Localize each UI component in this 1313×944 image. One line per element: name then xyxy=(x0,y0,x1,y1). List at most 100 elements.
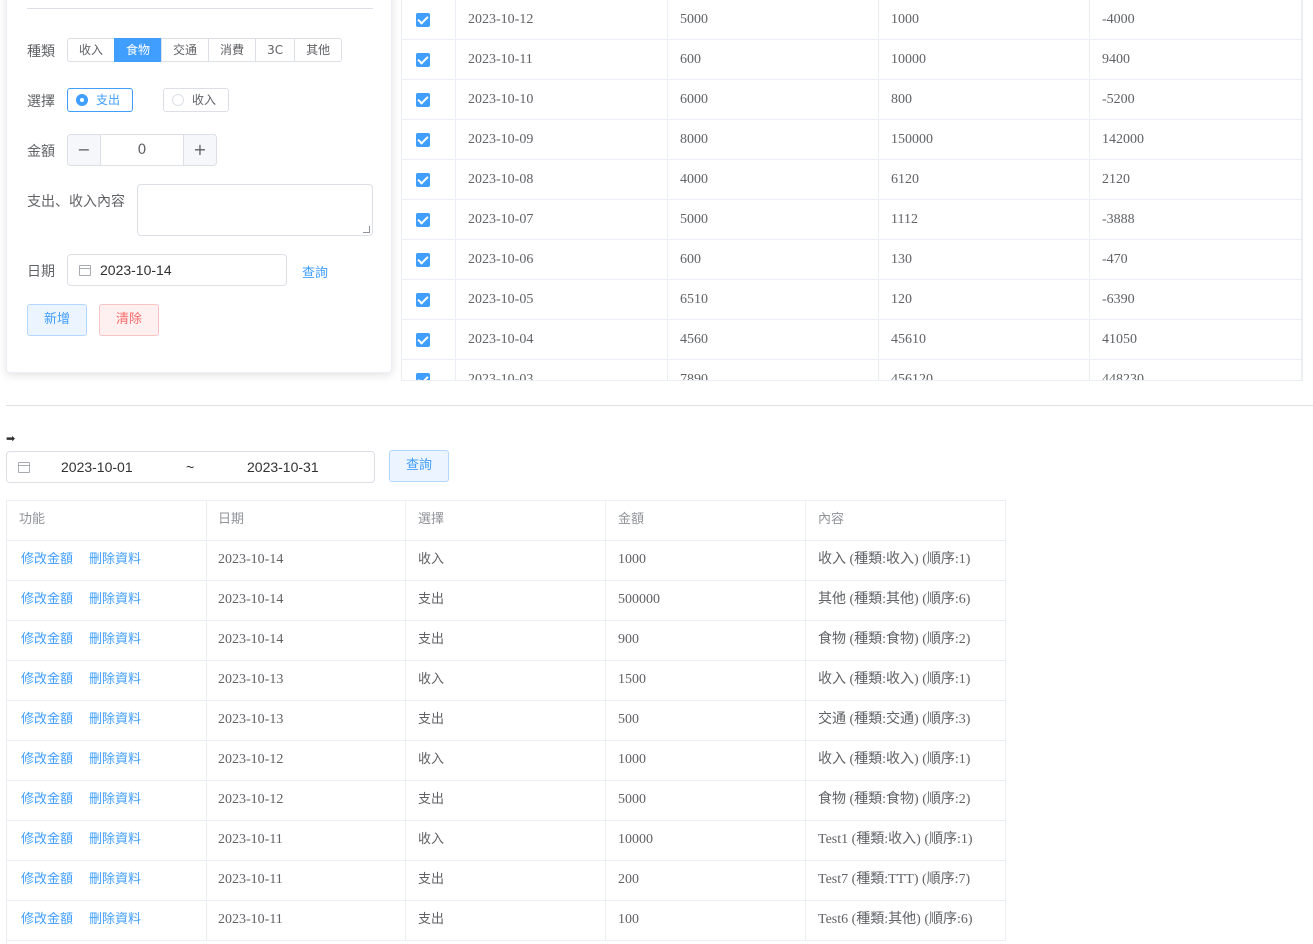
type-option-food[interactable]: 食物 xyxy=(114,38,163,62)
record-choice-cell: 支出 xyxy=(406,581,606,621)
form-query-button[interactable]: 查詢 xyxy=(302,262,328,281)
delete-record-link[interactable]: 刪除資料 xyxy=(89,672,141,687)
row-checkbox[interactable] xyxy=(416,293,430,307)
record-date-cell: 2023-10-13 xyxy=(206,661,406,701)
date-input[interactable]: 2023-10-14 xyxy=(67,254,287,286)
summary-col1-cell: 4000 xyxy=(668,160,879,200)
range-start[interactable]: 2023-10-01 xyxy=(61,452,133,482)
summary-col1-cell: 4560 xyxy=(668,320,879,360)
date-range-picker[interactable]: 2023-10-01 ~ 2023-10-31 xyxy=(6,451,375,483)
row-checkbox[interactable] xyxy=(416,373,430,380)
row-checkbox[interactable] xyxy=(416,333,430,347)
row-actions: 修改金額 刪除資料 xyxy=(7,861,207,901)
edit-amount-link[interactable]: 修改金額 xyxy=(21,672,73,687)
records-table: 功能 日期 選擇 金額 內容 修改金額 刪除資料 2023-10-14 收入 1000 收… xyxy=(6,500,1006,944)
summary-col2-cell: 1112 xyxy=(879,200,1090,240)
range-end[interactable]: 2023-10-31 xyxy=(247,452,319,482)
date-label: 日期 xyxy=(27,264,55,280)
delete-record-link[interactable]: 刪除資料 xyxy=(89,712,141,727)
summary-col2-cell: 1000 xyxy=(879,0,1090,40)
table-row: 修改金額 刪除資料 2023-10-14 支出 900 食物 (種類:食物) (順序:2) xyxy=(7,621,1006,661)
row-checkbox[interactable] xyxy=(416,253,430,267)
type-option-other[interactable]: 其他 xyxy=(294,38,343,62)
edit-amount-link[interactable]: 修改金額 xyxy=(21,792,73,807)
row-checkbox[interactable] xyxy=(416,53,430,67)
edit-amount-link[interactable]: 修改金額 xyxy=(21,752,73,767)
section-divider xyxy=(6,405,1313,406)
choice-label: 選擇 xyxy=(27,94,55,110)
record-choice-cell: 收入 xyxy=(406,541,606,581)
summary-col2-cell: 6120 xyxy=(879,160,1090,200)
record-amount-cell: 100 xyxy=(606,901,806,941)
summary-select-cell xyxy=(402,240,456,280)
row-checkbox[interactable] xyxy=(416,173,430,187)
summary-col3-cell: 41050 xyxy=(1090,320,1302,360)
content-label: 支出、收入內容 xyxy=(27,194,125,210)
row-checkbox[interactable] xyxy=(416,93,430,107)
record-amount-cell: 5000 xyxy=(606,781,806,821)
row-actions: 修改金額 刪除資料 xyxy=(7,541,207,581)
clear-button[interactable]: 清除 xyxy=(99,304,159,336)
edit-amount-link[interactable]: 修改金額 xyxy=(21,552,73,567)
summary-date-cell: 2023-10-07 xyxy=(456,200,668,240)
summary-row: 2023-10-10 6000 800 -5200 xyxy=(402,80,1302,120)
choice-radio-expense-label: 支出 xyxy=(96,93,121,107)
content-textarea[interactable] xyxy=(137,184,373,236)
edit-amount-link[interactable]: 修改金額 xyxy=(21,712,73,727)
edit-amount-link[interactable]: 修改金額 xyxy=(21,632,73,647)
edit-amount-link[interactable]: 修改金額 xyxy=(21,872,73,887)
record-amount-cell: 500000 xyxy=(606,581,806,621)
summary-date-cell: 2023-10-08 xyxy=(456,160,668,200)
record-amount-cell: 1000 xyxy=(606,541,806,581)
row-checkbox[interactable] xyxy=(416,213,430,227)
summary-col3-cell: -470 xyxy=(1090,240,1302,280)
row-checkbox[interactable] xyxy=(416,133,430,147)
choice-radio-income[interactable]: 收入 xyxy=(163,88,230,112)
delete-record-link[interactable]: 刪除資料 xyxy=(89,912,141,927)
record-amount-cell: 200 xyxy=(606,861,806,901)
summary-col1-cell: 600 xyxy=(668,40,879,80)
resize-grip-icon[interactable] xyxy=(363,226,370,233)
edit-amount-link[interactable]: 修改金額 xyxy=(21,592,73,607)
increment-button[interactable]: + xyxy=(183,135,216,165)
type-option-consumption[interactable]: 消費 xyxy=(208,38,257,62)
header-content: 內容 xyxy=(806,501,1006,541)
record-date-cell: 2023-10-13 xyxy=(206,701,406,741)
range-separator: ~ xyxy=(186,459,195,475)
summary-select-cell xyxy=(402,80,456,120)
summary-col2-cell: 130 xyxy=(879,240,1090,280)
record-choice-cell: 收入 xyxy=(406,821,606,861)
header-amount: 金額 xyxy=(606,501,806,541)
edit-amount-link[interactable]: 修改金額 xyxy=(21,912,73,927)
delete-record-link[interactable]: 刪除資料 xyxy=(89,872,141,887)
record-amount-cell: 10000 xyxy=(606,821,806,861)
choice-radio-expense[interactable]: 支出 xyxy=(67,88,134,112)
range-query-button[interactable]: 查詢 xyxy=(389,450,449,482)
summary-row: 2023-10-11 600 10000 9400 xyxy=(402,40,1302,80)
row-checkbox[interactable] xyxy=(416,13,430,27)
delete-record-link[interactable]: 刪除資料 xyxy=(89,552,141,567)
table-row: 修改金額 刪除資料 2023-10-12 收入 1000 收入 (種類:收入) (順序:1… xyxy=(7,741,1006,781)
summary-date-cell: 2023-10-04 xyxy=(456,320,668,360)
summary-row: 2023-10-05 6510 120 -6390 xyxy=(402,280,1302,320)
delete-record-link[interactable]: 刪除資料 xyxy=(89,632,141,647)
record-date-cell: 2023-10-14 xyxy=(206,621,406,661)
delete-record-link[interactable]: 刪除資料 xyxy=(89,592,141,607)
delete-record-link[interactable]: 刪除資料 xyxy=(89,832,141,847)
record-date-cell: 2023-10-11 xyxy=(206,821,406,861)
delete-record-link[interactable]: 刪除資料 xyxy=(89,752,141,767)
amount-input[interactable]: 0 xyxy=(101,135,183,165)
record-content-cell: 交通 (種類:交通) (順序:3) xyxy=(806,701,1006,741)
add-button[interactable]: 新增 xyxy=(27,304,87,336)
delete-record-link[interactable]: 刪除資料 xyxy=(89,792,141,807)
table-row: 修改金額 刪除資料 2023-10-13 收入 1500 收入 (種類:收入) (順序:1… xyxy=(7,661,1006,701)
summary-row: 2023-10-07 5000 1112 -3888 xyxy=(402,200,1302,240)
summary-col2-cell: 456120 xyxy=(879,360,1090,380)
type-option-income[interactable]: 收入 xyxy=(67,38,116,62)
row-actions: 修改金額 刪除資料 xyxy=(7,821,207,861)
type-option-3c[interactable]: 3C xyxy=(255,38,296,62)
type-option-transport[interactable]: 交通 xyxy=(161,38,210,62)
table-row: 修改金額 刪除資料 2023-10-11 收入 10000 Test1 (種類:收入) (… xyxy=(7,821,1006,861)
decrement-button[interactable]: − xyxy=(68,135,101,165)
edit-amount-link[interactable]: 修改金額 xyxy=(21,832,73,847)
